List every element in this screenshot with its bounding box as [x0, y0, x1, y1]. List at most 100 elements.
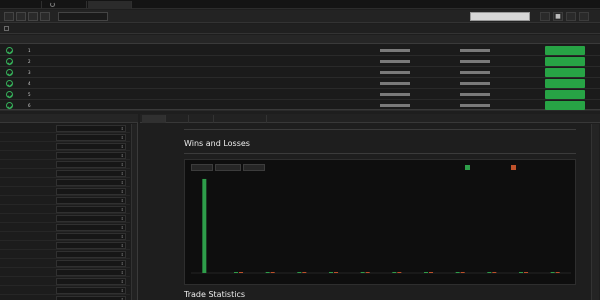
parameter-label — [5, 243, 53, 248]
toolbar-field[interactable] — [58, 12, 108, 21]
parameter-row: ⇕ — [0, 259, 130, 268]
grid-bar-cell — [380, 60, 410, 63]
parameter-field[interactable]: ⇕ — [56, 188, 126, 195]
parameter-row: ⇕ — [0, 178, 130, 187]
report-tab-4[interactable] — [215, 115, 267, 123]
toolbar-control-3[interactable] — [566, 12, 576, 21]
grid-row[interactable]: 5 — [0, 89, 600, 100]
bar-wins — [265, 272, 270, 273]
parameter-label — [5, 135, 53, 140]
spinner-arrows-icon[interactable]: ⇕ — [121, 243, 124, 249]
grid-row-number: 6 — [28, 103, 31, 108]
window-tab-1[interactable] — [0, 1, 42, 9]
spinner-arrows-icon[interactable]: ⇕ — [121, 252, 124, 258]
spinner-arrows-icon[interactable]: ⇕ — [121, 225, 124, 231]
divider — [184, 129, 576, 130]
parameter-field[interactable]: ⇕ — [56, 296, 126, 300]
parameter-field[interactable]: ⇕ — [56, 287, 126, 294]
toolbar-button-1[interactable] — [4, 12, 14, 21]
window-tab-3[interactable] — [88, 1, 132, 9]
toolbar-control-1[interactable] — [540, 12, 550, 21]
spinner-arrows-icon[interactable]: ⇕ — [121, 135, 124, 141]
parameter-field[interactable]: ⇕ — [56, 179, 126, 186]
checkbox-icon — [4, 26, 9, 31]
grid-row[interactable]: 1 — [0, 45, 600, 56]
grid-row[interactable]: 3 — [0, 67, 600, 78]
stop-icon[interactable]: ■ — [553, 12, 563, 21]
apply-button[interactable] — [545, 57, 585, 66]
spinner-arrows-icon[interactable]: ⇕ — [121, 171, 124, 177]
apply-button[interactable] — [545, 90, 585, 99]
parameter-field[interactable]: ⇕ — [56, 125, 126, 132]
parameter-label — [5, 252, 53, 257]
toolbar-right-field[interactable] — [470, 12, 530, 21]
toolbar-button-3[interactable] — [28, 12, 38, 21]
spinner-arrows-icon[interactable]: ⇕ — [121, 270, 124, 276]
parameter-field[interactable]: ⇕ — [56, 152, 126, 159]
apply-button[interactable] — [545, 101, 585, 110]
spinner-arrows-icon[interactable]: ⇕ — [121, 180, 124, 186]
report-tab-2[interactable] — [167, 115, 189, 123]
spinner-arrows-icon[interactable]: ⇕ — [121, 144, 124, 150]
grid-bar-cell — [380, 71, 410, 74]
options-strip — [0, 24, 600, 34]
parameter-field[interactable]: ⇕ — [56, 161, 126, 168]
grid-row[interactable]: 6 — [0, 100, 600, 111]
status-ok-icon — [6, 69, 13, 76]
parameter-row: ⇕ — [0, 133, 130, 142]
bar-losses — [270, 272, 275, 273]
option-1[interactable] — [4, 26, 11, 33]
toolbar-control-4[interactable] — [579, 12, 589, 21]
parameter-row: ⇕ — [0, 142, 130, 151]
grid-row[interactable]: 2 — [0, 56, 600, 67]
report-tab-3[interactable] — [190, 115, 214, 123]
spinner-arrows-icon[interactable]: ⇕ — [121, 234, 124, 240]
spinner-arrows-icon[interactable]: ⇕ — [121, 216, 124, 222]
grid-row-number: 5 — [28, 92, 31, 97]
parameter-field[interactable]: ⇕ — [56, 260, 126, 267]
window-tab-2[interactable] — [43, 1, 87, 9]
spinner-arrows-icon[interactable]: ⇕ — [121, 153, 124, 159]
parameter-field[interactable]: ⇕ — [56, 233, 126, 240]
spinner-arrows-icon[interactable]: ⇕ — [121, 261, 124, 267]
report-tab-1[interactable] — [142, 115, 166, 123]
parameter-field[interactable]: ⇕ — [56, 242, 126, 249]
bar-losses — [239, 272, 243, 273]
grid-row[interactable]: 4 — [0, 78, 600, 89]
spinner-arrows-icon[interactable]: ⇕ — [121, 162, 124, 168]
parameters-scrollbar[interactable] — [131, 124, 137, 300]
parameter-field[interactable]: ⇕ — [56, 143, 126, 150]
spinner-arrows-icon[interactable]: ⇕ — [121, 189, 124, 195]
bar-wins — [519, 272, 523, 273]
parameter-field[interactable]: ⇕ — [56, 251, 126, 258]
bar-wins — [329, 272, 333, 273]
parameter-field[interactable]: ⇕ — [56, 224, 126, 231]
parameter-row: ⇕ — [0, 196, 130, 205]
toolbar-button-2[interactable] — [16, 12, 26, 21]
results-grid: 1 2 3 4 5 6 — [0, 35, 600, 111]
spinner-arrows-icon[interactable]: ⇕ — [121, 126, 124, 132]
parameter-field[interactable]: ⇕ — [56, 134, 126, 141]
parameter-field[interactable]: ⇕ — [56, 170, 126, 177]
parameter-label — [5, 234, 53, 239]
parameter-field[interactable]: ⇕ — [56, 269, 126, 276]
spinner-arrows-icon[interactable]: ⇕ — [121, 207, 124, 213]
spinner-arrows-icon[interactable]: ⇕ — [121, 198, 124, 204]
bar-losses — [492, 272, 497, 273]
parameter-row: ⇕ — [0, 268, 130, 277]
parameter-field[interactable]: ⇕ — [56, 206, 126, 213]
divider — [184, 153, 576, 154]
parameter-field[interactable]: ⇕ — [56, 278, 126, 285]
apply-button[interactable] — [545, 46, 585, 55]
parameter-field[interactable]: ⇕ — [56, 215, 126, 222]
parameter-field[interactable]: ⇕ — [56, 197, 126, 204]
toolbar-button-4[interactable] — [40, 12, 50, 21]
apply-button[interactable] — [545, 79, 585, 88]
report-tab-bar — [140, 114, 600, 123]
bar-wins — [550, 272, 555, 273]
apply-button[interactable] — [545, 68, 585, 77]
parameter-label — [5, 189, 53, 194]
spinner-arrows-icon[interactable]: ⇕ — [121, 279, 124, 285]
spinner-arrows-icon[interactable]: ⇕ — [121, 288, 124, 294]
report-scrollbar[interactable] — [591, 124, 599, 300]
